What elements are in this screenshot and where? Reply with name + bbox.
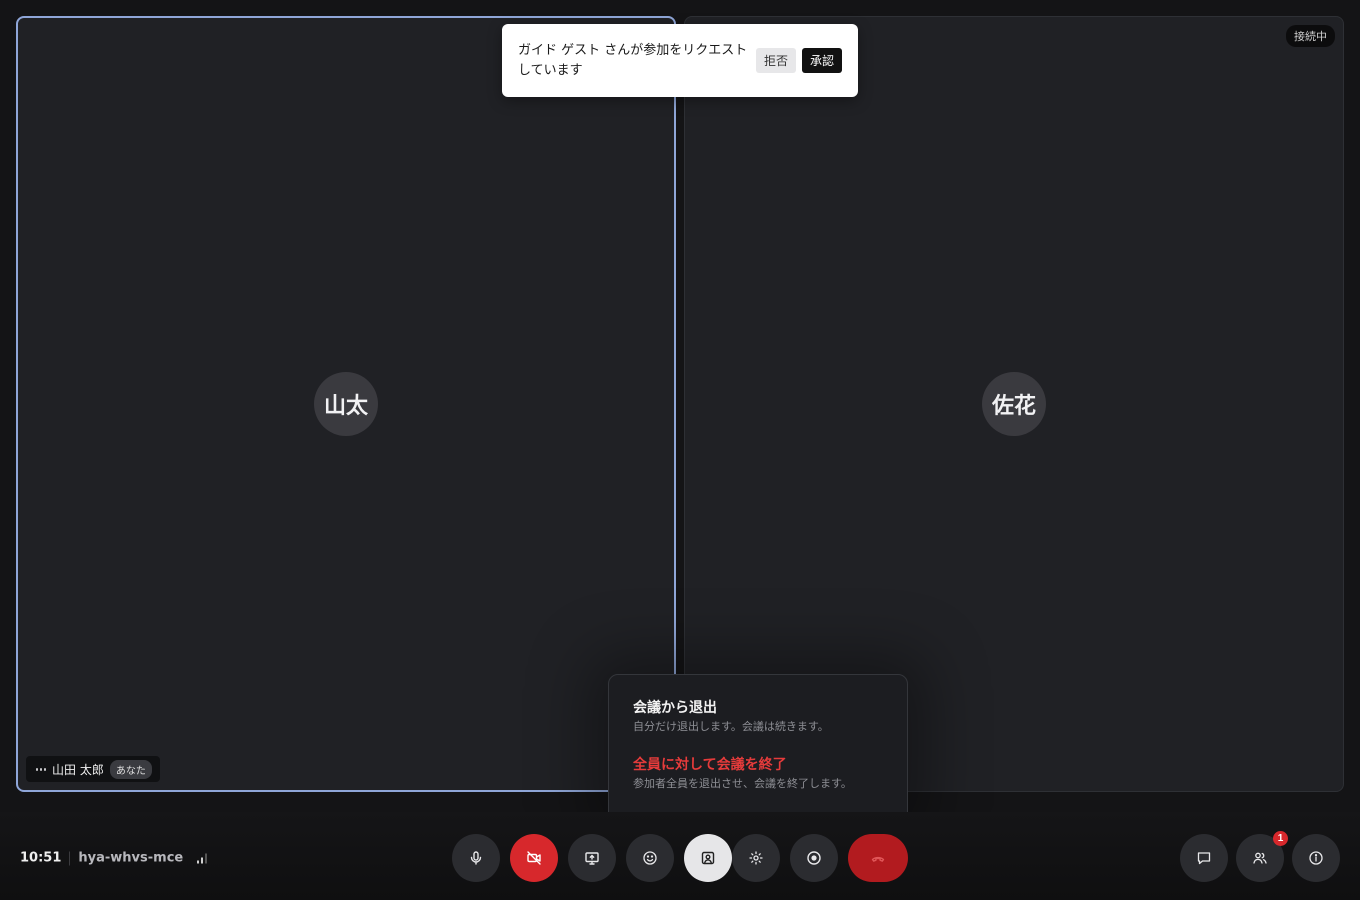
avatar: 佐花 xyxy=(982,372,1046,436)
emoji-icon xyxy=(643,851,657,865)
camera-toggle-button[interactable] xyxy=(510,834,558,882)
audio-level-icon xyxy=(36,767,46,771)
participant-tile-self[interactable]: 山太 山田 太郎 あなた xyxy=(16,16,676,792)
meeting-info: 10:51 hya-whvs-mce xyxy=(20,850,208,866)
end-meeting-title: 全員に対して会議を終了 xyxy=(633,757,787,773)
people-icon xyxy=(1253,852,1267,864)
connection-status-badge: 接続中 xyxy=(1286,25,1335,47)
participant-name-tag: 山田 太郎 あなた xyxy=(26,756,160,782)
reactions-button[interactable] xyxy=(626,834,674,882)
effects-button[interactable] xyxy=(732,834,780,882)
mic-icon xyxy=(470,851,482,865)
join-request-toast: ガイド ゲスト さんが参加をリクエストしています 拒否 承認 xyxy=(502,24,858,97)
background-icon xyxy=(701,851,715,865)
chat-button[interactable] xyxy=(1180,834,1228,882)
chat-icon xyxy=(1197,852,1211,865)
meeting-stage: 山太 山田 太郎 あなた 佐花 接続中 ガイド ゲスト さんが参加をリクエストし… xyxy=(0,0,1360,900)
leave-meeting-title: 会議から退出 xyxy=(633,700,717,716)
signal-strength-icon xyxy=(197,853,208,863)
participant-name: 山田 太郎 xyxy=(52,762,104,777)
effects-icon xyxy=(749,851,763,865)
mic-button[interactable] xyxy=(452,834,500,882)
people-button[interactable]: 1 xyxy=(1236,831,1288,882)
present-screen-button[interactable] xyxy=(568,834,616,882)
meeting-code: hya-whvs-mce xyxy=(78,850,184,866)
leave-meeting-description: 自分だけ退出します。会議は続きます。 xyxy=(633,720,829,733)
join-request-message: ガイド ゲスト さんが参加をリクエストしています xyxy=(518,42,748,78)
end-meeting-option[interactable]: 全員に対して会議を終了 参加者全員を退出させ、会議を終了します。 xyxy=(633,756,883,791)
avatar: 山太 xyxy=(314,372,378,436)
join-request-actions: 拒否 承認 xyxy=(755,48,842,73)
clock: 10:51 xyxy=(20,850,62,866)
leave-meeting-option[interactable]: 会議から退出 自分だけ退出します。会議は続きます。 xyxy=(633,699,883,734)
info-icon xyxy=(1309,851,1323,865)
camera-off-icon xyxy=(527,851,541,865)
end-meeting-description: 参加者全員を退出させ、会議を終了します。 xyxy=(633,777,852,790)
leave-call-button[interactable] xyxy=(848,834,908,882)
background-button[interactable] xyxy=(684,834,732,882)
present-screen-icon xyxy=(585,852,599,865)
approve-button[interactable]: 承認 xyxy=(801,48,842,73)
record-button[interactable] xyxy=(790,834,838,882)
deny-button[interactable]: 拒否 xyxy=(755,48,796,73)
participant-count-badge: 1 xyxy=(1273,831,1288,846)
divider xyxy=(69,851,71,865)
meeting-info-button[interactable] xyxy=(1292,834,1340,882)
hangup-icon xyxy=(871,856,885,862)
leave-menu: 会議から退出 自分だけ退出します。会議は続きます。 全員に対して会議を終了 参加… xyxy=(608,674,908,822)
you-badge: あなた xyxy=(109,759,152,779)
record-icon xyxy=(807,851,821,865)
